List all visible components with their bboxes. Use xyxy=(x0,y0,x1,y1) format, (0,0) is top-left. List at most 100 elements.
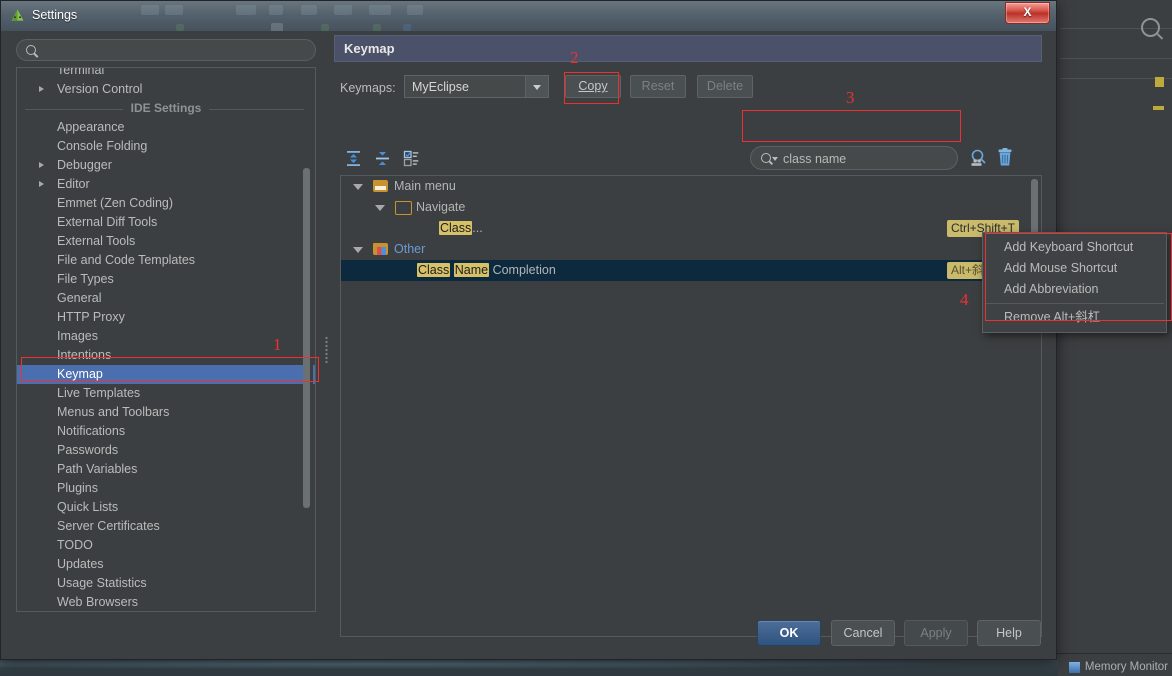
sidebar-item-keymap[interactable]: Keymap xyxy=(17,365,315,384)
sidebar-item-notifications[interactable]: Notifications xyxy=(17,422,315,441)
expand-all-icon[interactable] xyxy=(345,150,362,167)
label-text: ... xyxy=(472,221,483,235)
sidebar-item-server-certificates[interactable]: Server Certificates xyxy=(17,517,315,536)
help-button[interactable]: Help xyxy=(977,620,1041,646)
keymap-tree-row[interactable]: Class Name Completion Alt+斜杠 xyxy=(341,260,1041,281)
sidebar-item-live-templates[interactable]: Live Templates xyxy=(17,384,315,403)
collapse-arrow-icon[interactable] xyxy=(353,247,363,253)
collapse-arrow-icon[interactable] xyxy=(375,205,385,211)
context-menu-item[interactable]: Add Abbreviation xyxy=(983,279,1166,300)
sidebar-item-label: Server Certificates xyxy=(57,519,160,533)
reset-button[interactable]: Reset xyxy=(630,75,686,98)
keymaps-dropdown-value: MyEclipse xyxy=(412,79,469,94)
dialog-body: Terminal Version Control IDE Settings App… xyxy=(1,31,1056,659)
sidebar-item-terminal[interactable]: Terminal xyxy=(17,68,315,80)
sidebar-item-emmet-zen-coding-[interactable]: Emmet (Zen Coding) xyxy=(17,194,315,213)
keymap-tree-row-label: Other xyxy=(394,242,426,256)
sidebar-scrollbar-track[interactable] xyxy=(303,70,313,611)
context-menu-item[interactable]: Add Keyboard Shortcut xyxy=(983,237,1166,258)
sidebar-item-images[interactable]: Images xyxy=(17,327,315,346)
sidebar-item-debugger[interactable]: Debugger xyxy=(17,156,315,175)
memory-monitor-widget[interactable]: Memory Monitor xyxy=(1068,661,1168,673)
delete-button[interactable]: Delete xyxy=(697,75,753,98)
sidebar-item-label: TODO xyxy=(57,538,93,552)
settings-dialog: Settings X Terminal Version Control IDE S… xyxy=(0,0,1057,660)
sidebar-item-label: Console Folding xyxy=(57,139,148,153)
sidebar-item-editor[interactable]: Editor xyxy=(17,175,315,194)
search-match-highlight: Class xyxy=(439,221,473,235)
collapse-all-icon[interactable] xyxy=(374,150,391,167)
settings-search-box[interactable] xyxy=(16,39,316,61)
expand-arrow-icon[interactable] xyxy=(39,181,44,187)
search-input[interactable] xyxy=(41,42,307,61)
sidebar-item-list: Appearance Console Folding Debugger Editor E… xyxy=(17,118,315,611)
apply-button[interactable]: Apply xyxy=(904,620,968,646)
cancel-button[interactable]: Cancel xyxy=(831,620,895,646)
keymap-tree-row-label: Navigate xyxy=(416,200,466,214)
sidebar-item-appearance[interactable]: Appearance xyxy=(17,118,315,137)
pane-splitter[interactable] xyxy=(323,71,330,616)
dialog-title-bar[interactable]: Settings X xyxy=(1,1,1056,32)
keymap-tree-row[interactable]: Main menu xyxy=(341,176,1041,197)
copy-button[interactable]: Copy xyxy=(565,75,621,98)
sidebar-item-external-diff-tools[interactable]: External Diff Tools xyxy=(17,213,315,232)
sidebar-item-passwords[interactable]: Passwords xyxy=(17,441,315,460)
sidebar-item-todo[interactable]: TODO xyxy=(17,536,315,555)
context-menu-item[interactable]: Add Mouse Shortcut xyxy=(983,258,1166,279)
menu-folder-icon xyxy=(373,180,388,192)
background-divider xyxy=(1060,58,1172,59)
sidebar-item-file-and-code-templates[interactable]: File and Code Templates xyxy=(17,251,315,270)
keymap-tree-row[interactable]: Navigate xyxy=(341,197,1041,218)
sidebar-item-http-proxy[interactable]: HTTP Proxy xyxy=(17,308,315,327)
close-icon[interactable]: X xyxy=(1005,2,1050,24)
sidebar-item-updates[interactable]: Updates xyxy=(17,555,315,574)
sidebar-item-external-tools[interactable]: External Tools xyxy=(17,232,315,251)
context-menu[interactable]: Add Keyboard Shortcut Add Mouse Shortcut A… xyxy=(982,232,1167,333)
sidebar-item-usage-statistics[interactable]: Usage Statistics xyxy=(17,574,315,593)
collapse-arrow-icon[interactable] xyxy=(353,184,363,190)
sidebar-item-file-types[interactable]: File Types xyxy=(17,270,315,289)
sidebar-item-label: Web Browsers xyxy=(57,595,139,609)
sidebar-item-intentions[interactable]: Intentions xyxy=(17,346,315,365)
sidebar-item-label: External Tools xyxy=(57,234,136,248)
keymap-panel-header: Keymap xyxy=(334,35,1042,62)
keymap-tree-row[interactable]: Other xyxy=(341,239,1041,260)
sidebar-item-menus-and-toolbars[interactable]: Menus and Toolbars xyxy=(17,403,315,422)
sidebar-item-plugins[interactable]: Plugins xyxy=(17,479,315,498)
page-title: Keymap xyxy=(344,41,395,56)
sidebar-item-console-folding[interactable]: Console Folding xyxy=(17,137,315,156)
chevron-down-icon[interactable] xyxy=(772,157,778,161)
search-match-highlight: Class xyxy=(417,263,451,277)
shortcut-search-input[interactable] xyxy=(781,150,953,168)
sidebar-item-web-browsers[interactable]: Web Browsers xyxy=(17,593,315,611)
shortcut-search-field[interactable] xyxy=(750,146,958,170)
sidebar-item-label: Emmet (Zen Coding) xyxy=(57,196,174,210)
keymap-tree-row[interactable]: Class... Ctrl+Shift+T xyxy=(341,218,1041,239)
sidebar-item-label: Keymap xyxy=(57,367,103,381)
settings-category-tree[interactable]: Terminal Version Control IDE Settings App… xyxy=(16,67,316,612)
sidebar-item-version-control[interactable]: Version Control xyxy=(17,80,315,99)
filter-icon[interactable] xyxy=(403,150,420,167)
search-icon xyxy=(761,153,771,163)
sidebar-item-label: Live Templates xyxy=(57,386,141,400)
sidebar-item-path-variables[interactable]: Path Variables xyxy=(17,460,315,479)
sidebar-item-label: Plugins xyxy=(57,481,98,495)
ok-button[interactable]: OK xyxy=(757,620,821,646)
sidebar-section-header: IDE Settings xyxy=(17,99,315,118)
sidebar-item-label: File Types xyxy=(57,272,114,286)
sidebar-item-label: Appearance xyxy=(57,120,125,134)
sidebar-scrollbar-thumb[interactable] xyxy=(303,168,310,508)
keymaps-dropdown[interactable]: MyEclipse xyxy=(404,75,549,98)
keymap-actions-tree[interactable]: Main menu Navigate Class... Ctrl+Shift+T Oth… xyxy=(340,175,1042,637)
sidebar-item-quick-lists[interactable]: Quick Lists xyxy=(17,498,315,517)
context-menu-item[interactable]: Remove Alt+斜杠 xyxy=(983,307,1166,328)
sidebar-item-label: Usage Statistics xyxy=(57,576,147,590)
find-by-shortcut-icon[interactable] xyxy=(969,148,989,168)
sidebar-item-label: Quick Lists xyxy=(57,500,119,514)
chevron-down-icon[interactable] xyxy=(525,76,548,97)
expand-arrow-icon[interactable] xyxy=(39,86,44,92)
copy-button-label: Copy xyxy=(578,79,608,93)
expand-arrow-icon[interactable] xyxy=(39,162,44,168)
trash-icon[interactable] xyxy=(996,148,1014,167)
sidebar-item-general[interactable]: General xyxy=(17,289,315,308)
